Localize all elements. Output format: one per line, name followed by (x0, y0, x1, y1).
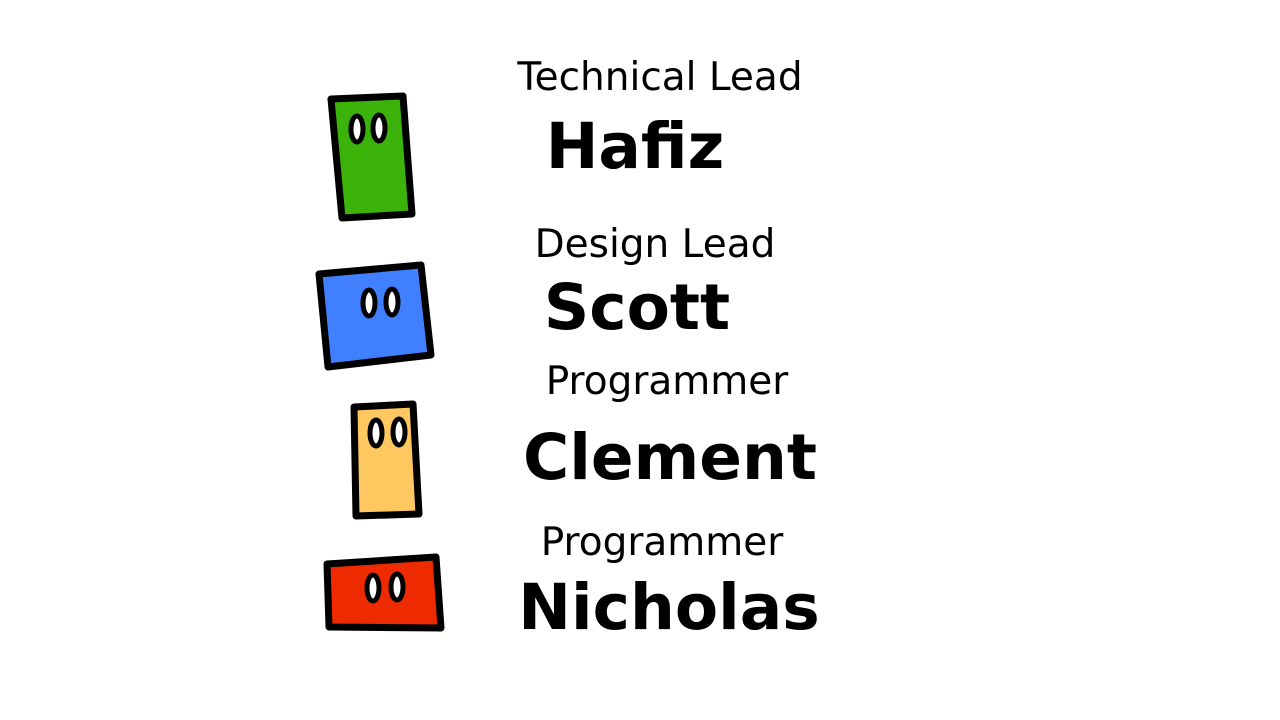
creature-eye-right (390, 416, 408, 448)
creature-eye-left (364, 572, 382, 604)
credits-screen: Technical Lead Hafiz Design Lead Scott P… (0, 0, 1280, 720)
creature-eye-right (370, 112, 388, 144)
name-nicholas: Nicholas (518, 571, 820, 644)
creature-eye-left (348, 113, 366, 145)
role-design-lead: Design Lead (534, 222, 776, 267)
role-technical-lead: Technical Lead (517, 55, 803, 100)
blue-block-creature-icon (315, 261, 435, 371)
name-clement: Clement (523, 421, 817, 494)
creature-eye-left (360, 287, 378, 319)
creature-eye-right (383, 286, 401, 318)
name-scott: Scott (543, 271, 731, 344)
name-hafiz: Hafiz (545, 110, 725, 183)
red-block-creature-icon (323, 553, 445, 632)
creature-body (327, 92, 416, 222)
creature-eye-left (367, 417, 385, 449)
creature-body (350, 400, 423, 520)
creature-body (315, 261, 435, 371)
role-programmer-2: Programmer (540, 520, 784, 565)
role-programmer-1: Programmer (545, 359, 789, 404)
creature-eye-right (388, 571, 406, 603)
creature-body (323, 553, 445, 632)
yellow-block-creature-icon (350, 400, 423, 520)
green-block-creature-icon (327, 92, 416, 222)
